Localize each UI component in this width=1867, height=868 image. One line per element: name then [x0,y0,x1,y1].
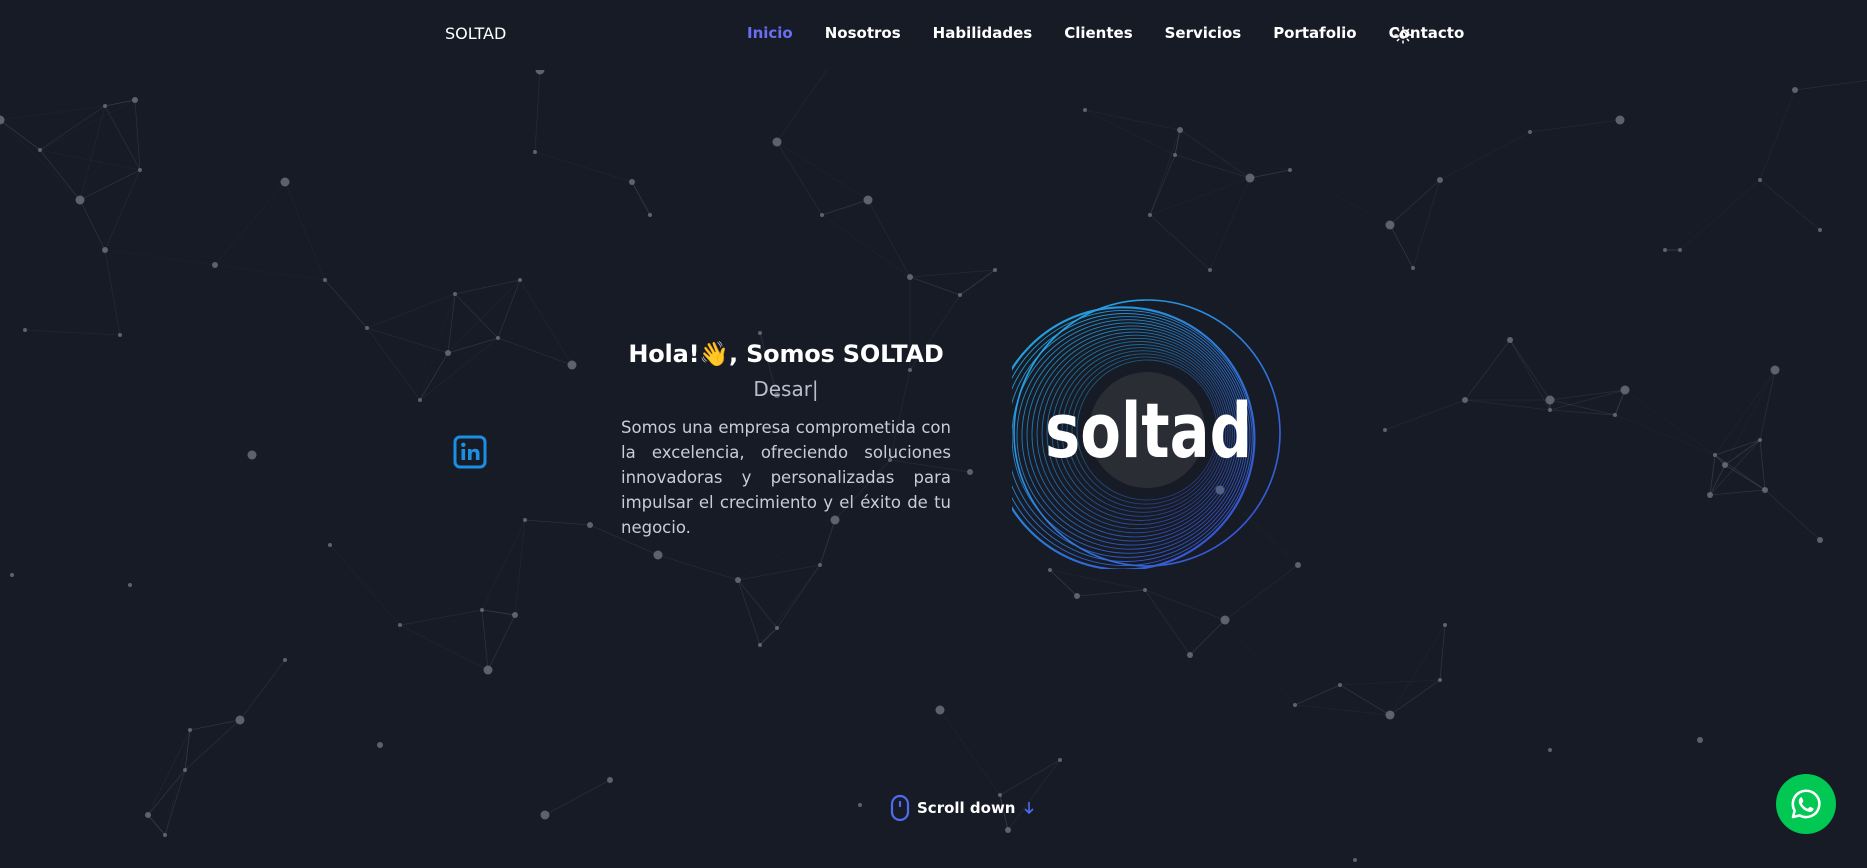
hero-text: Hola!👋, Somos SOLTAD Desar| Somos una em… [621,340,951,540]
linkedin-icon[interactable] [453,435,487,469]
whatsapp-icon [1791,789,1821,819]
nav-inicio[interactable]: Inicio [747,24,793,42]
soltad-logo: soltad [990,297,1282,571]
scroll-down-label: Scroll down [917,799,1016,817]
nav-nosotros[interactable]: Nosotros [825,24,901,42]
brand-logo-text[interactable]: SOLTAD [445,24,506,43]
site-header: SOLTAD Inicio Nosotros Habilidades Clien… [0,0,1867,70]
nav-servicios[interactable]: Servicios [1165,24,1242,42]
hero-description: Somos una empresa comprometida con la ex… [621,418,951,537]
nav-clientes[interactable]: Clientes [1064,24,1132,42]
scroll-down-button[interactable]: Scroll down [890,794,1035,822]
mouse-icon [890,794,910,822]
arrow-down-icon [1024,802,1035,815]
hero-typing-subtitle: Desar| [753,377,819,401]
page: SOLTAD Inicio Nosotros Habilidades Clien… [0,0,1867,868]
nav-portafolio[interactable]: Portafolio [1273,24,1356,42]
logo-wordmark: soltad [1045,388,1252,476]
hero-title: Hola!👋, Somos SOLTAD [628,340,944,368]
sun-icon[interactable] [1394,26,1412,44]
nav-habilidades[interactable]: Habilidades [933,24,1033,42]
whatsapp-button[interactable] [1776,774,1836,834]
main-nav: Inicio Nosotros Habilidades Clientes Ser… [747,24,1496,42]
